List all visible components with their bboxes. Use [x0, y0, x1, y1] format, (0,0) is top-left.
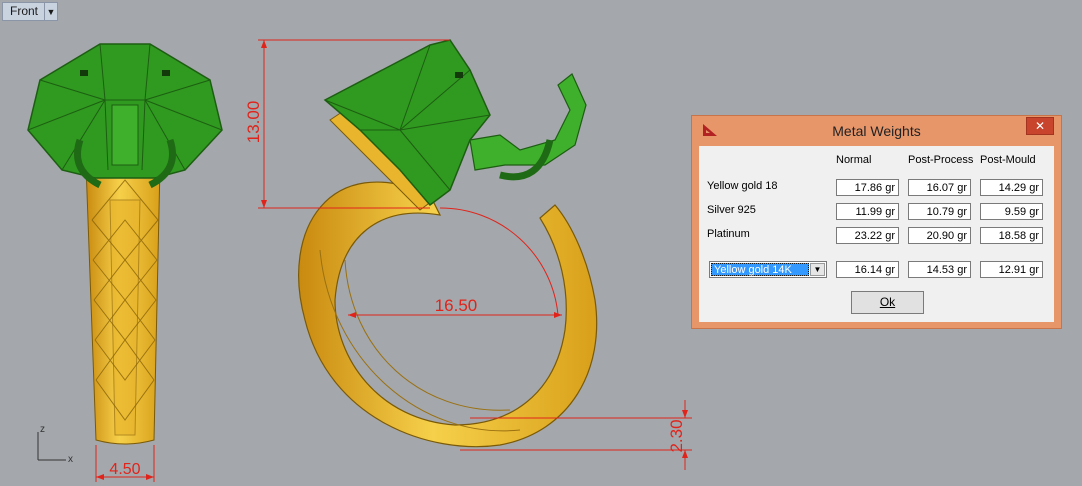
value-field[interactable]: 18.58 gr	[980, 227, 1043, 244]
axis-indicator-icon	[37, 432, 66, 461]
value-field[interactable]: 10.79 gr	[908, 203, 971, 220]
dialog-title: Metal Weights	[832, 123, 921, 139]
dialog-body: Normal Post-Process Post-Mould Yellow go…	[699, 146, 1054, 322]
viewport-tab[interactable]: Front ▼	[2, 2, 59, 21]
value-field[interactable]: 9.59 gr	[980, 203, 1043, 220]
metal-weights-dialog: Metal Weights ✕ Normal Post-Process Post…	[691, 115, 1062, 329]
dim-band-width: 4.50	[109, 461, 140, 478]
value-field[interactable]: 20.90 gr	[908, 227, 971, 244]
chevron-down-icon[interactable]: ▼	[44, 3, 57, 20]
dim-band-thickness: 2.30	[667, 419, 686, 452]
row-label-yellow-gold-18: Yellow gold 18	[707, 180, 778, 192]
value-field[interactable]: 14.53 gr	[908, 261, 971, 278]
ok-button[interactable]: Ok	[851, 291, 924, 314]
dim-height: 13.00	[244, 101, 263, 144]
value-field[interactable]: 12.91 gr	[980, 261, 1043, 278]
column-header-post-process: Post-Process	[908, 154, 974, 166]
dialog-titlebar[interactable]: Metal Weights ✕	[692, 116, 1061, 145]
row-label-platinum: Platinum	[707, 228, 750, 240]
column-header-normal: Normal	[836, 154, 872, 166]
dim-inner-diameter: 16.50	[435, 296, 478, 315]
row-label-silver-925: Silver 925	[707, 204, 756, 216]
axis-x-label: x	[68, 454, 73, 465]
value-field[interactable]: 11.99 gr	[836, 203, 899, 220]
value-field[interactable]: 16.07 gr	[908, 179, 971, 196]
value-field[interactable]: 14.29 gr	[980, 179, 1043, 196]
value-field[interactable]: 16.14 gr	[836, 261, 899, 278]
viewport-name: Front	[10, 4, 39, 18]
ring-side-view	[258, 39, 692, 470]
column-header-post-mould: Post-Mould	[980, 154, 1036, 166]
value-field[interactable]: 17.86 gr	[836, 179, 899, 196]
close-button[interactable]: ✕	[1026, 117, 1054, 135]
metal-select[interactable]: Yellow gold 14K ▼	[709, 261, 827, 278]
value-field[interactable]: 23.22 gr	[836, 227, 899, 244]
chevron-down-icon[interactable]: ▼	[810, 263, 825, 276]
ring-front-view	[27, 43, 223, 482]
metal-select-value: Yellow gold 14K	[711, 263, 809, 276]
axis-z-label: z	[40, 424, 45, 435]
